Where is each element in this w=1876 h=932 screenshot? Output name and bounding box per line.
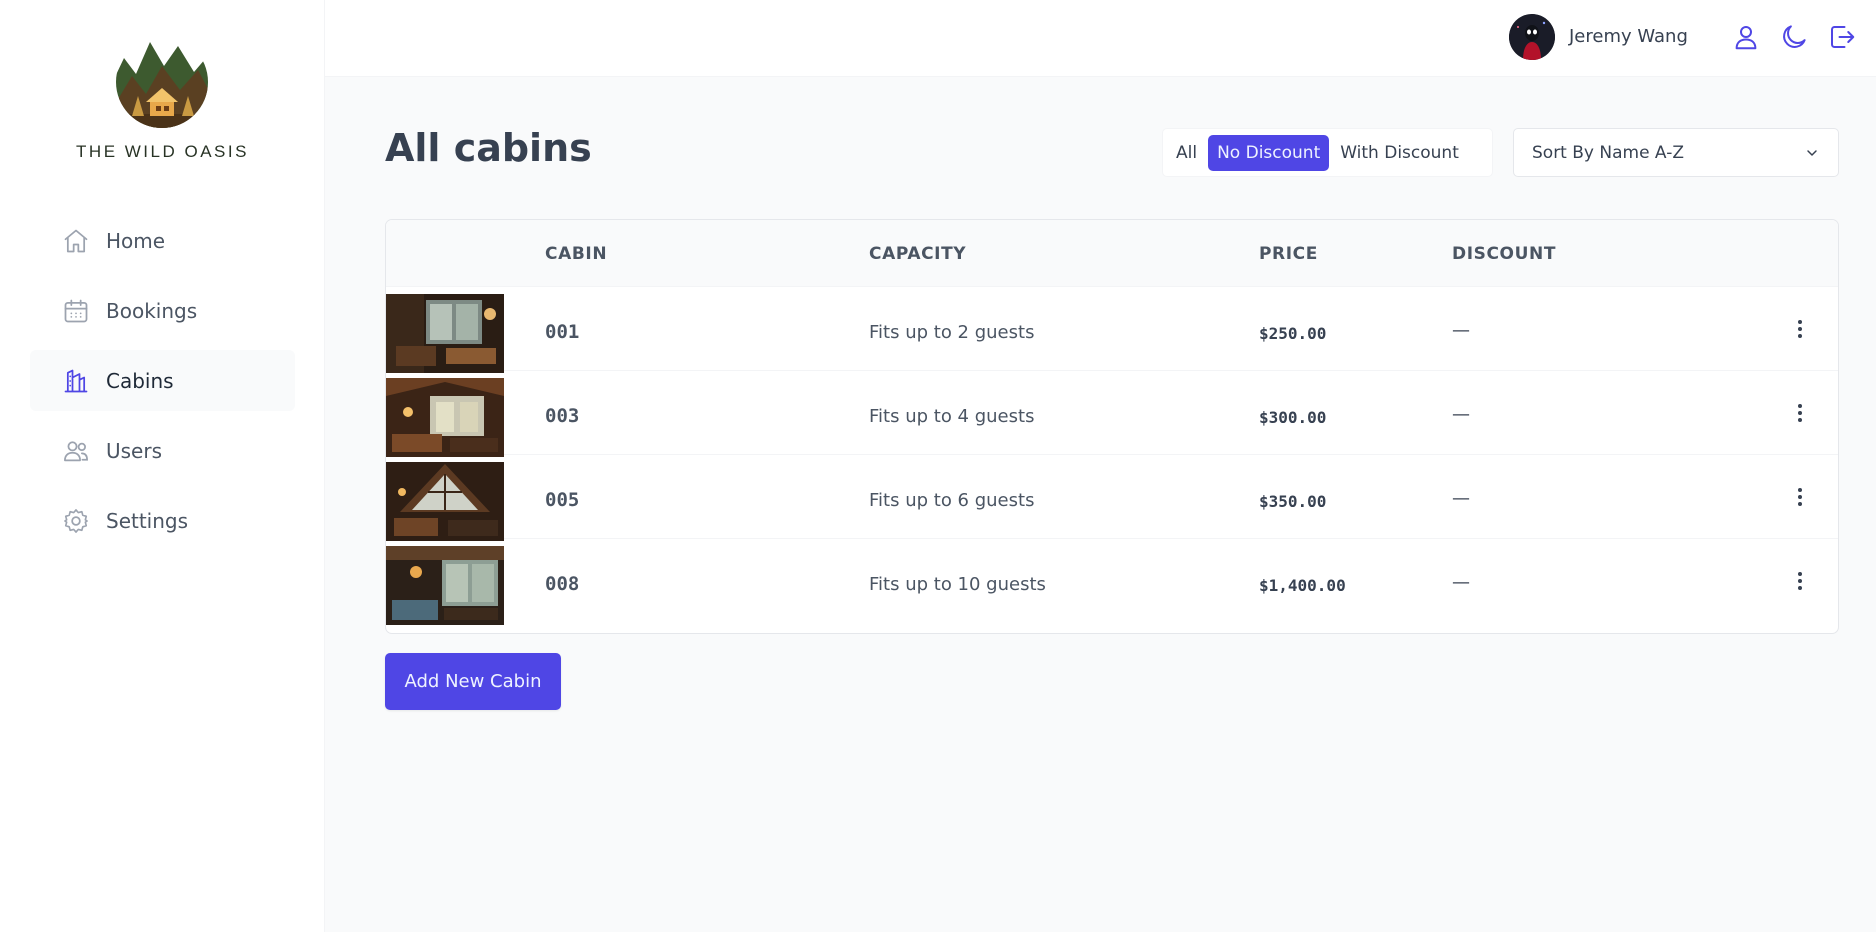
cabin-discount: — (1452, 572, 1470, 593)
column-header-capacity: CAPACITY (869, 244, 967, 264)
logout-icon (1831, 26, 1855, 48)
cabin-price: $1,400.00 (1259, 576, 1346, 595)
cabin-name: 001 (545, 321, 580, 343)
top-header: Jeremy Wang (325, 0, 1876, 77)
add-new-cabin-button[interactable]: Add New Cabin (385, 653, 561, 710)
cabin-capacity: Fits up to 4 guests (869, 406, 1035, 427)
table-header: CABIN CAPACITY PRICE DISCOUNT (386, 220, 1838, 287)
cabin-name: 008 (545, 573, 580, 595)
cabin-thumbnail (386, 294, 504, 373)
cabin-capacity: Fits up to 2 guests (869, 322, 1035, 343)
cabin-name: 003 (545, 405, 580, 427)
moon-icon (1783, 25, 1806, 48)
cabin-capacity: Fits up to 10 guests (869, 574, 1046, 595)
sidebar-item-label: Bookings (106, 298, 198, 323)
cabin-price: $250.00 (1259, 324, 1327, 343)
table-row: 008 Fits up to 10 guests $1,400.00 — (386, 539, 1838, 625)
filter-with-discount-button[interactable]: With Discount (1331, 135, 1468, 171)
row-menu-icon[interactable] (1786, 483, 1814, 511)
cabin-discount: — (1452, 320, 1470, 341)
cabin-name: 005 (545, 489, 580, 511)
sidebar-item-label: Cabins (106, 368, 174, 393)
sidebar-item-label: Settings (106, 508, 189, 533)
sidebar-item-label: Home (106, 228, 166, 253)
sidebar-item-users[interactable]: Users (30, 420, 295, 481)
avatar[interactable] (1509, 14, 1555, 60)
sidebar-item-bookings[interactable]: Bookings (30, 280, 295, 341)
sidebar-item-cabins[interactable]: Cabins (30, 350, 295, 411)
cabin-thumbnail (386, 462, 504, 541)
filter-no-discount-button[interactable]: No Discount (1208, 134, 1330, 171)
cabins-icon (64, 369, 88, 392)
sort-select-value: Sort By Name A-Z (1532, 142, 1684, 163)
gear-icon (64, 508, 88, 533)
column-header-price: PRICE (1259, 244, 1318, 264)
sidebar-item-settings[interactable]: Settings (30, 490, 295, 551)
sidebar: THE WILD OASIS Home Bookings Cabins User… (0, 0, 325, 932)
avatar-image (1509, 14, 1555, 60)
row-menu-icon[interactable] (1786, 399, 1814, 427)
filter-all-button[interactable]: All (1167, 135, 1206, 171)
cabin-thumbnail (386, 378, 504, 457)
dark-mode-toggle[interactable] (1779, 22, 1809, 52)
cabin-price: $300.00 (1259, 408, 1327, 427)
chevron-down-icon (1807, 149, 1817, 156)
cabin-price: $350.00 (1259, 492, 1327, 511)
table-row: 005 Fits up to 6 guests $350.00 — (386, 455, 1838, 541)
calendar-icon (64, 299, 88, 322)
column-header-discount: DISCOUNT (1452, 244, 1557, 264)
user-name: Jeremy Wang (1569, 26, 1688, 47)
users-icon (64, 440, 88, 461)
discount-filter: All No Discount With Discount (1162, 128, 1493, 177)
page-title: All cabins (385, 126, 592, 170)
row-menu-icon[interactable] (1786, 567, 1814, 595)
column-header-cabin: CABIN (545, 244, 608, 264)
sort-select[interactable]: Sort By Name A-Z (1513, 128, 1839, 177)
row-menu-icon[interactable] (1786, 315, 1814, 343)
user-icon (1735, 26, 1757, 50)
cabin-capacity: Fits up to 6 guests (869, 490, 1035, 511)
sidebar-item-label: Users (106, 438, 163, 463)
sidebar-item-home[interactable]: Home (30, 210, 295, 271)
logout-button[interactable] (1827, 22, 1857, 52)
table-row: 001 Fits up to 2 guests $250.00 — (386, 287, 1838, 373)
cabin-thumbnail (386, 546, 504, 625)
wild-oasis-logo (116, 36, 208, 128)
sidebar-nav: Home Bookings Cabins Users Settings (30, 210, 295, 560)
home-icon (64, 229, 88, 252)
account-button[interactable] (1731, 22, 1761, 52)
brand-name: THE WILD OASIS (76, 142, 249, 161)
table-row: 003 Fits up to 4 guests $300.00 — (386, 371, 1838, 457)
cabin-discount: — (1452, 404, 1470, 425)
cabins-table: CABIN CAPACITY PRICE DISCOUNT 001 Fits u… (385, 219, 1839, 634)
cabin-discount: — (1452, 488, 1470, 509)
